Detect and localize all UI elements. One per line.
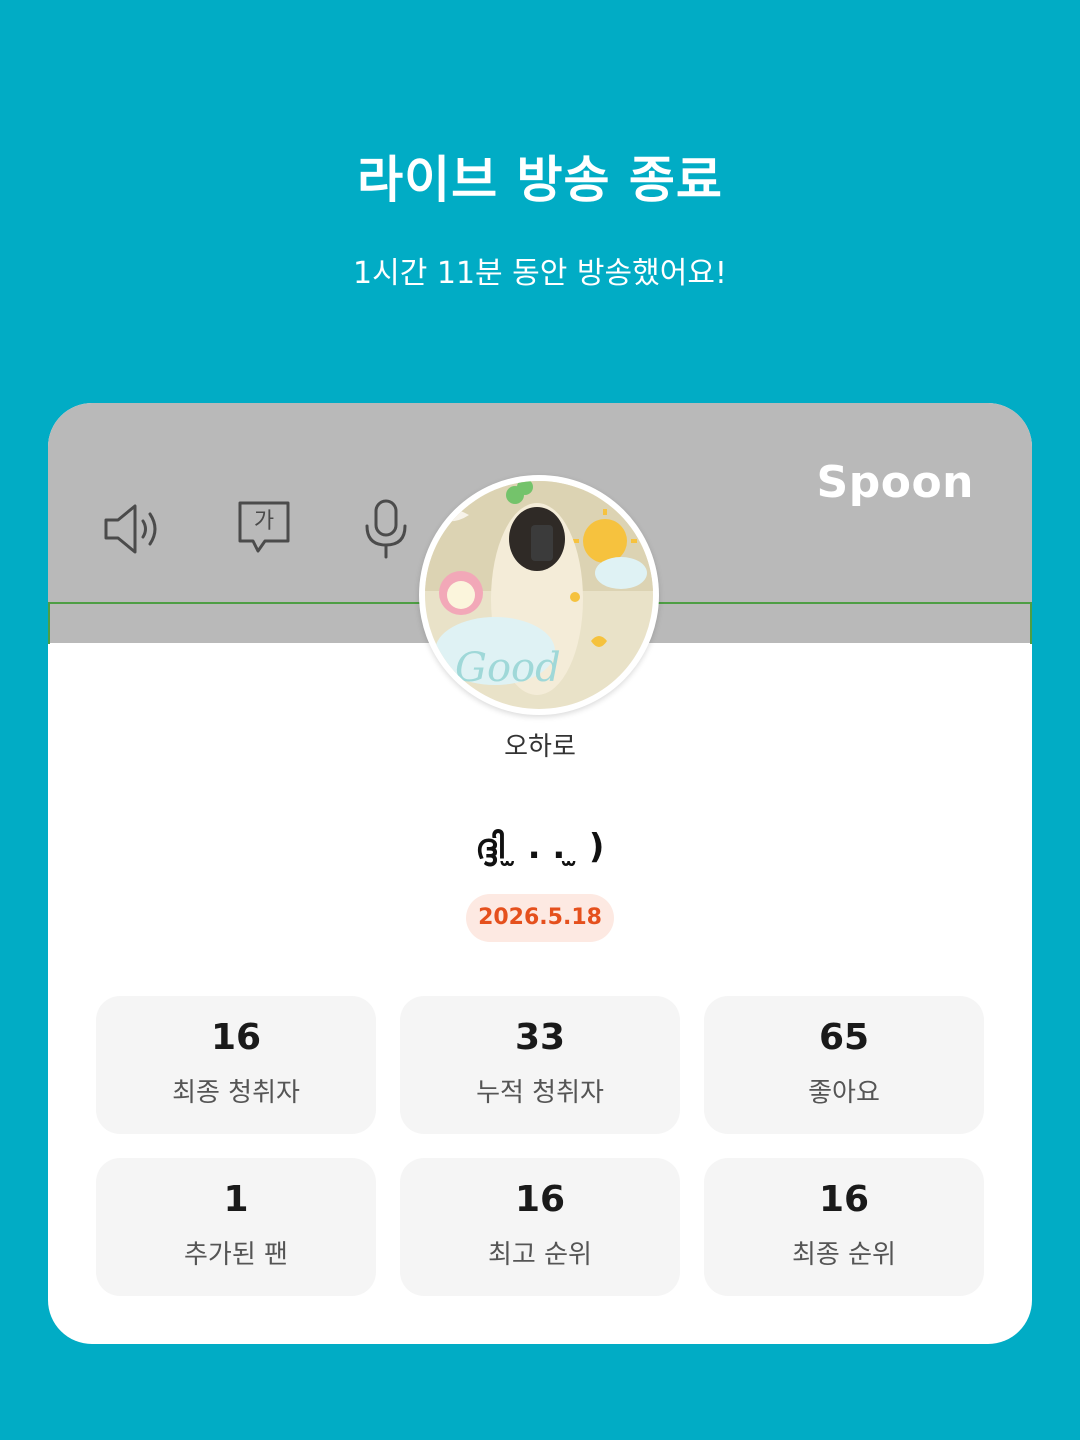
- stat-final-listeners: 16 최종 청취자: [96, 996, 376, 1134]
- stat-label: 추가된 팬: [184, 1240, 288, 1270]
- dj-nickname: 오하로: [504, 732, 576, 762]
- chat-icon: 가: [232, 497, 296, 561]
- stat-label: 최종 순위: [792, 1240, 896, 1270]
- chat-icon-glyph: 가: [253, 509, 275, 534]
- avatar[interactable]: Good: [419, 475, 659, 715]
- stat-final-rank: 16 최종 순위: [704, 1158, 984, 1296]
- spoon-logo: Spoon: [816, 457, 974, 508]
- stat-label: 최종 청취자: [172, 1078, 300, 1108]
- svg-text:Good: Good: [455, 645, 561, 691]
- stat-value: 1: [223, 1179, 249, 1220]
- stat-value: 16: [514, 1179, 566, 1220]
- room-title: ദ്ദി ̫ . . ̫ ): [475, 827, 605, 867]
- stat-value: 65: [818, 1017, 870, 1058]
- stat-new-fans: 1 추가된 팬: [96, 1158, 376, 1296]
- stat-value: 16: [818, 1179, 870, 1220]
- stat-total-listeners: 33 누적 청취자: [400, 996, 680, 1134]
- page-title: 라이브 방송 종료: [357, 151, 723, 209]
- stat-label: 누적 청취자: [476, 1078, 604, 1108]
- avatar-image: Good: [425, 481, 653, 709]
- stat-label: 좋아요: [808, 1078, 880, 1108]
- broadcast-summary-card: 가 Spoon Good 오하로 ദ്ദി ̫ . . ̫) 2026.5.1…: [48, 403, 1032, 1344]
- date-badge: 2026.5.18: [466, 894, 614, 942]
- stat-label: 최고 순위: [488, 1240, 592, 1270]
- speaker-icon: [100, 497, 164, 561]
- stat-value: 33: [514, 1017, 566, 1058]
- broadcast-duration-text: 1시간 11분 동안 방송했어요!: [353, 256, 727, 291]
- mic-icon: [354, 497, 418, 561]
- stats-grid: 16 최종 청취자 33 누적 청취자 65 좋아요 1 추가된 팬 16 최고…: [96, 996, 984, 1296]
- stat-value: 16: [210, 1017, 262, 1058]
- stat-likes: 65 좋아요: [704, 996, 984, 1134]
- stat-highest-rank: 16 최고 순위: [400, 1158, 680, 1296]
